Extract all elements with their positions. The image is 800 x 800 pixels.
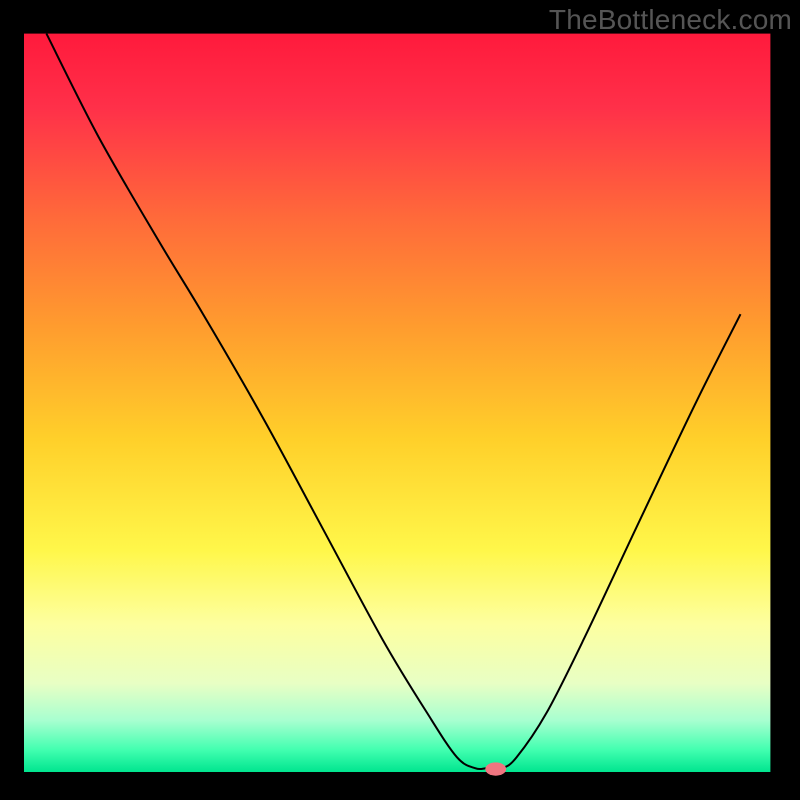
- plot-area: [24, 34, 770, 772]
- bottleneck-chart: [0, 0, 800, 800]
- chart-container: TheBottleneck.com: [0, 0, 800, 800]
- watermark-text: TheBottleneck.com: [549, 4, 792, 36]
- optimum-marker: [485, 762, 506, 775]
